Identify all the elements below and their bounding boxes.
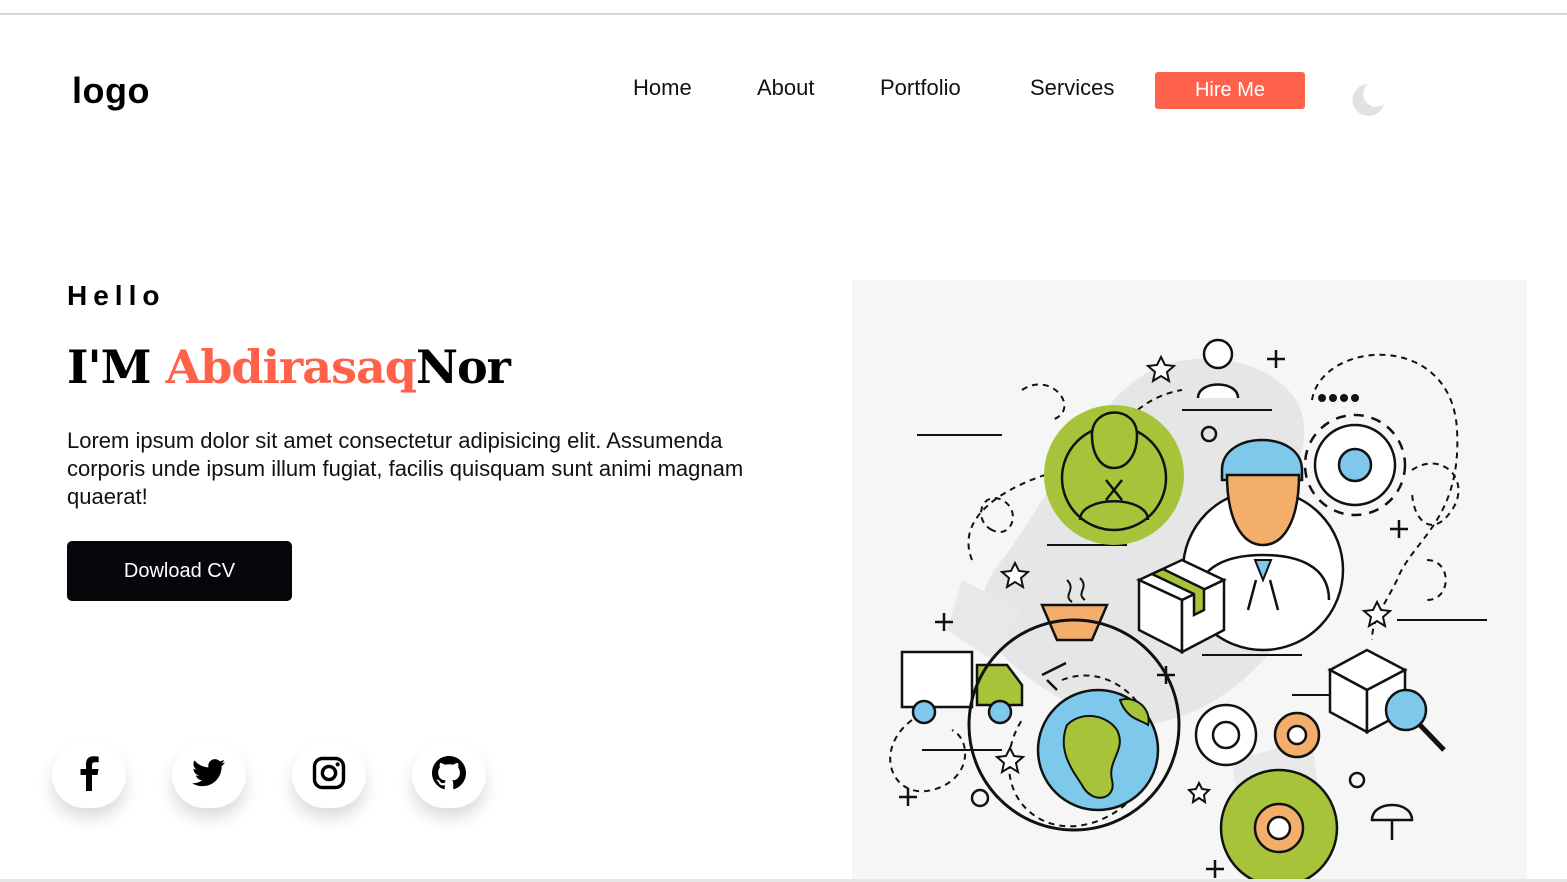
nav-home-link[interactable]: Home <box>633 75 692 101</box>
hero-illustration <box>852 280 1527 879</box>
instagram-icon <box>312 756 346 795</box>
facebook-icon <box>76 755 102 796</box>
nav-about-link[interactable]: About <box>757 75 815 101</box>
hero-description: Lorem ipsum dolor sit amet consectetur a… <box>67 428 744 509</box>
name-first: Abdirasaq <box>165 340 417 394</box>
github-link[interactable] <box>412 742 486 808</box>
facebook-link[interactable] <box>52 742 126 808</box>
headline-prefix: I'M <box>67 340 166 394</box>
github-icon <box>432 755 466 795</box>
name-last: Nor <box>415 340 511 394</box>
nav-portfolio-link[interactable]: Portfolio <box>880 75 961 101</box>
top-border <box>0 13 1567 15</box>
download-cv-button[interactable]: Dowload CV <box>67 541 292 601</box>
instagram-link[interactable] <box>292 742 366 808</box>
hero-greeting: Hello <box>67 280 166 311</box>
moon-icon[interactable] <box>1346 80 1386 120</box>
hero-headline: I'M AbdirasaqNor <box>67 340 511 394</box>
twitter-icon <box>192 758 226 792</box>
twitter-link[interactable] <box>172 742 246 808</box>
nav-services-link[interactable]: Services <box>1030 75 1114 101</box>
site-logo[interactable]: logo <box>72 70 150 112</box>
hire-me-button[interactable]: Hire Me <box>1155 72 1305 109</box>
